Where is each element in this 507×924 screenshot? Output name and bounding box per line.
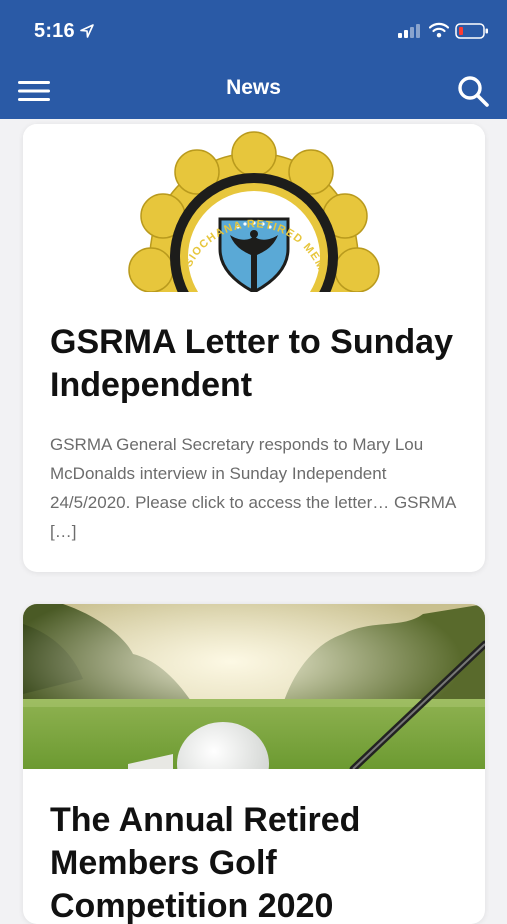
- association-emblem-image: SIOCHANA RETIRED MEMBERS ASSOC: [23, 124, 380, 292]
- wifi-icon: [429, 22, 449, 38]
- app-header: 5:16 News: [0, 0, 507, 119]
- post-title[interactable]: The Annual Retired Members Golf Competit…: [50, 799, 465, 924]
- location-arrow-icon: [80, 24, 94, 38]
- navigation-bar: News: [0, 62, 507, 119]
- golf-ball-image: [23, 604, 485, 806]
- status-bar: 5:16: [0, 0, 507, 62]
- post-title[interactable]: GSRMA Letter to Sunday Independent: [50, 321, 465, 407]
- status-time: 5:16: [34, 20, 75, 42]
- news-card[interactable]: SIOCHANA RETIRED MEMBERS ASSOC GSRMA Let…: [23, 124, 485, 572]
- search-icon[interactable]: [456, 74, 490, 108]
- post-image: [23, 604, 485, 806]
- page-title: News: [226, 76, 281, 99]
- news-card[interactable]: The Annual Retired Members Golf Competit…: [23, 604, 485, 924]
- post-excerpt: GSRMA General Secretary responds to Mary…: [50, 435, 456, 541]
- post-image: SIOCHANA RETIRED MEMBERS ASSOC: [23, 124, 485, 292]
- battery-icon: [455, 23, 488, 39]
- signal-icon: [398, 24, 420, 38]
